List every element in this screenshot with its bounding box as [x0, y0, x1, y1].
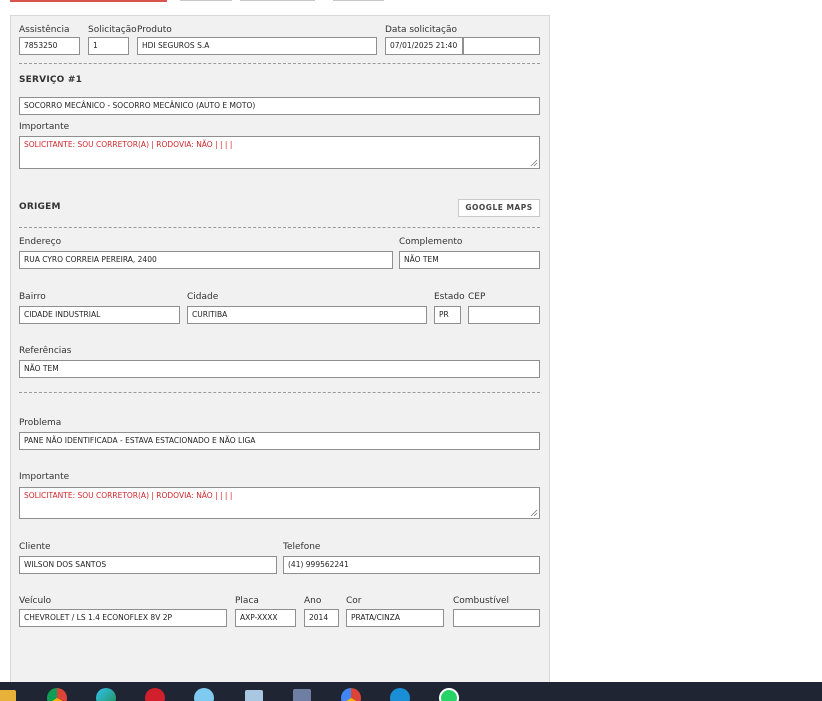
cidade-label: Cidade	[187, 292, 219, 302]
estado-field[interactable]: PR	[434, 306, 461, 324]
active-tab-indicator[interactable]	[10, 0, 167, 2]
veiculo-label: Veículo	[19, 596, 52, 606]
tab-indicator[interactable]	[180, 0, 232, 1]
windows-taskbar	[0, 682, 822, 701]
origem-title: ORIGEM	[19, 202, 61, 212]
produto-field[interactable]: HDI SEGUROS S.A	[137, 37, 377, 55]
telefone-label: Telefone	[283, 542, 321, 552]
servico-title: SERVIÇO #1	[19, 75, 83, 85]
cliente-label: Cliente	[19, 542, 51, 552]
google-maps-button[interactable]: GOOGLE MAPS	[458, 199, 540, 217]
file-explorer-icon[interactable]	[0, 690, 16, 701]
problema-importante-text: SOLICITANTE: SOU CORRETOR(A) | RODOVIA: …	[24, 491, 233, 500]
opera-icon[interactable]	[145, 688, 165, 701]
problema-label: Problema	[19, 418, 62, 428]
combustivel-label: Combustível	[453, 596, 510, 606]
bairro-label: Bairro	[19, 292, 46, 302]
resize-grip-icon[interactable]	[530, 509, 538, 517]
top-tab-strip	[0, 0, 822, 2]
placa-label: Placa	[235, 596, 259, 606]
section-divider	[19, 392, 540, 393]
whatsapp-icon[interactable]	[439, 688, 459, 701]
data-solicitacao-field[interactable]: 07/01/2025 21:40	[385, 37, 463, 55]
assistencia-label: Assistência	[19, 25, 70, 35]
data-solicitacao-label: Data solicitação	[385, 25, 458, 35]
produto-label: Produto	[137, 25, 172, 35]
resize-grip-icon[interactable]	[530, 159, 538, 167]
assistencia-field[interactable]: 7853250	[19, 37, 80, 55]
problema-importante-textarea[interactable]: SOLICITANTE: SOU CORRETOR(A) | RODOVIA: …	[19, 487, 540, 519]
ano-field[interactable]: 2014	[304, 609, 339, 627]
referencias-field[interactable]: NÃO TEM	[19, 360, 540, 378]
referencias-label: Referências	[19, 346, 72, 356]
photos-icon[interactable]	[194, 688, 214, 701]
hora-field[interactable]	[463, 37, 540, 55]
section-divider	[19, 227, 540, 228]
edge-profile-icon[interactable]	[390, 688, 410, 701]
notepad-icon[interactable]	[245, 690, 263, 701]
calculator-icon[interactable]	[293, 689, 311, 701]
section-divider	[19, 63, 540, 64]
cep-field[interactable]	[468, 306, 540, 324]
cliente-field[interactable]: WILSON DOS SANTOS	[19, 556, 277, 574]
problema-field[interactable]: PANE NÃO IDENTIFICADA - ESTAVA ESTACIONA…	[19, 432, 540, 450]
estado-label: Estado	[434, 292, 465, 302]
servico-importante-text: SOLICITANTE: SOU CORRETOR(A) | RODOVIA: …	[24, 140, 233, 149]
servico-importante-textarea[interactable]: SOLICITANTE: SOU CORRETOR(A) | RODOVIA: …	[19, 136, 540, 169]
service-form-panel	[10, 15, 550, 684]
tab-indicator[interactable]	[333, 0, 384, 1]
edge-icon[interactable]	[96, 688, 116, 701]
servico-importante-label: Importante	[19, 122, 70, 132]
veiculo-field[interactable]: CHEVROLET / LS 1.4 ECONOFLEX 8V 2P	[19, 609, 227, 627]
placa-field[interactable]: AXP-XXXX	[235, 609, 296, 627]
cor-label: Cor	[346, 596, 362, 606]
cep-label: CEP	[468, 292, 486, 302]
solicitacao-label: Solicitação	[88, 25, 137, 35]
bairro-field[interactable]: CIDADE INDUSTRIAL	[19, 306, 180, 324]
complemento-label: Complemento	[399, 237, 463, 247]
endereco-label: Endereço	[19, 237, 62, 247]
complemento-field[interactable]: NÃO TEM	[399, 251, 540, 269]
cidade-field[interactable]: CURITIBA	[187, 306, 427, 324]
chrome-icon[interactable]	[47, 688, 67, 701]
endereco-field[interactable]: RUA CYRO CORREIA PEREIRA, 2400	[19, 251, 393, 269]
chrome-profile-icon[interactable]	[341, 688, 361, 701]
solicitacao-field[interactable]: 1	[88, 37, 129, 55]
combustivel-field[interactable]	[453, 609, 540, 627]
tab-indicator[interactable]	[240, 0, 315, 1]
ano-label: Ano	[304, 596, 322, 606]
telefone-field[interactable]: (41) 999562241	[283, 556, 540, 574]
cor-field[interactable]: PRATA/CINZA	[346, 609, 444, 627]
servico-tipo-field[interactable]: SOCORRO MECÂNICO - SOCORRO MECÂNICO (AUT…	[19, 97, 540, 115]
problema-importante-label: Importante	[19, 472, 70, 482]
